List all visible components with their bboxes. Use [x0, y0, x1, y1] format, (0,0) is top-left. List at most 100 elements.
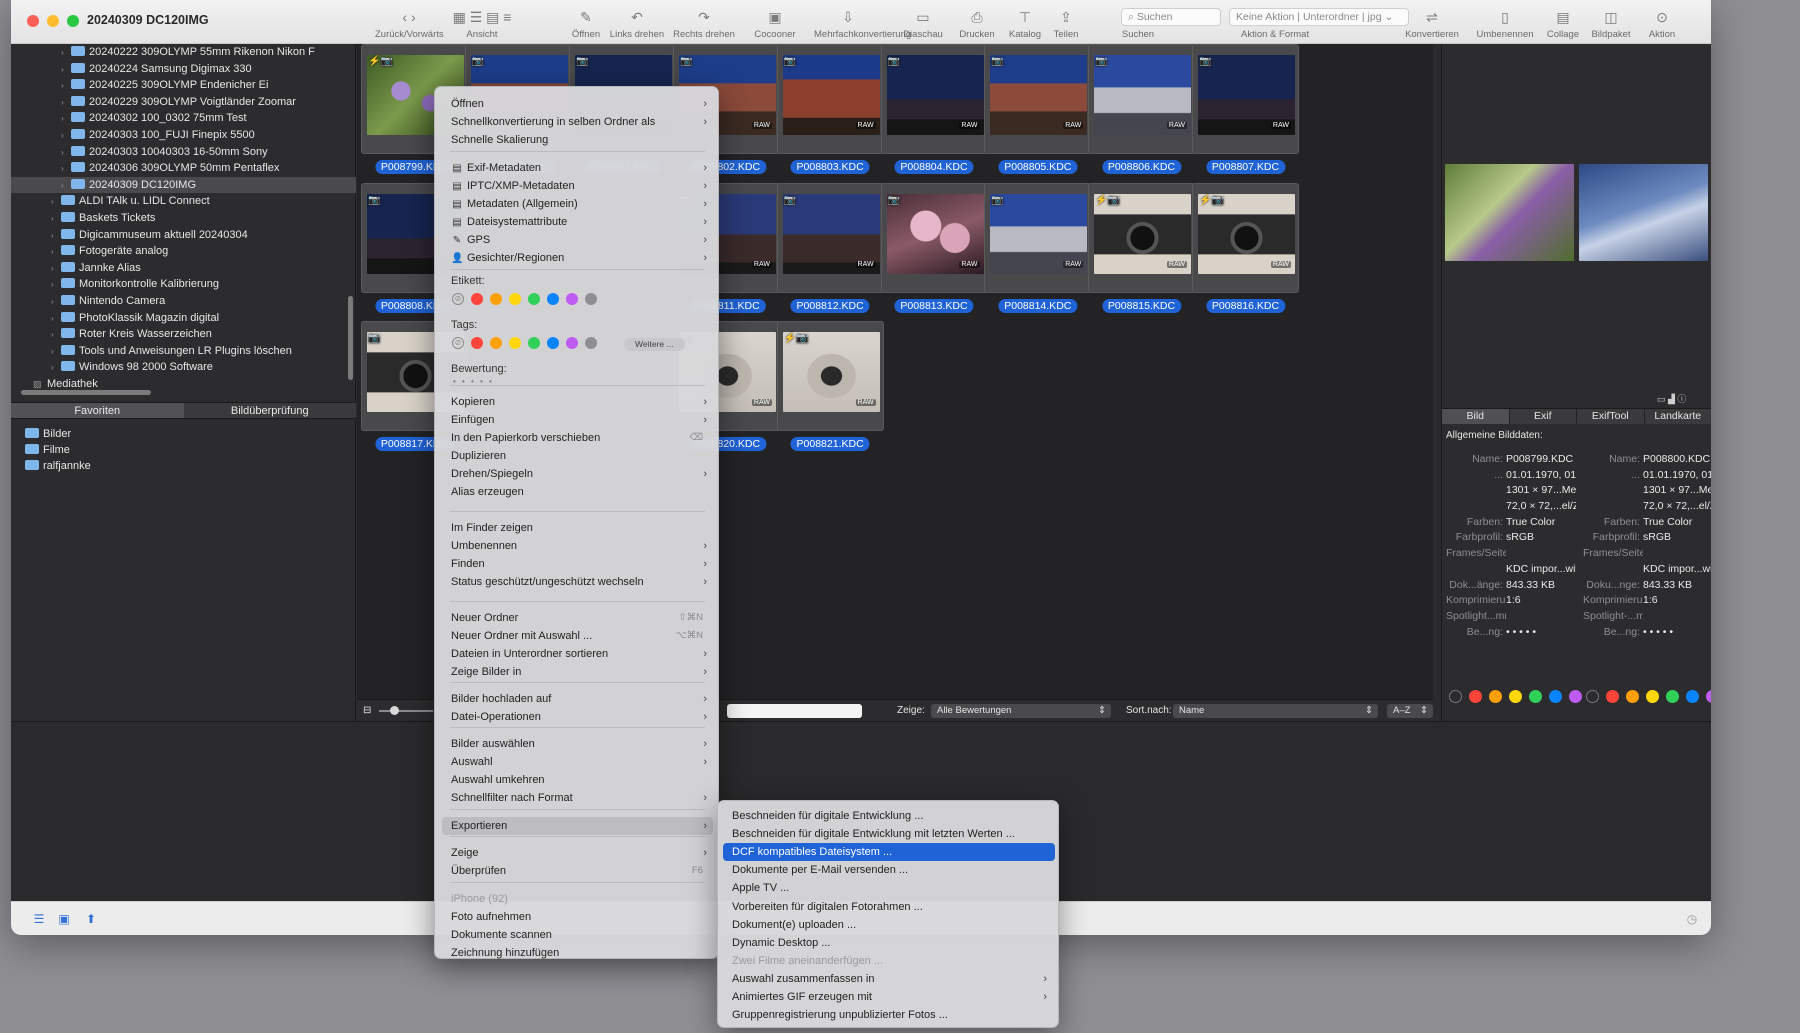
color-dot[interactable]: [471, 337, 483, 349]
thumbnail-card[interactable]: 📷 RAW: [880, 44, 988, 154]
submenu-item-apple-tv[interactable]: Apple TV ...: [723, 879, 1055, 897]
label-color-dot[interactable]: [1509, 690, 1522, 703]
thumbnail-filename[interactable]: P008807.KDC: [1205, 160, 1286, 174]
preview-image-2[interactable]: [1579, 164, 1708, 261]
thumbnail-cell[interactable]: 📷 RAW P008812.KDC: [775, 183, 886, 313]
disclosure-icon[interactable]: ›: [51, 360, 61, 377]
no-label-icon[interactable]: ⊘: [452, 337, 464, 349]
label-color-dot[interactable]: [1529, 690, 1542, 703]
thumbnail-cell[interactable]: ⚡📷 RAW P008821.KDC: [775, 321, 886, 451]
label-color-dot[interactable]: [1686, 690, 1699, 703]
label-color-dot[interactable]: [1706, 690, 1711, 703]
no-label-icon[interactable]: ⊘: [452, 293, 464, 305]
thumbnail-card[interactable]: 📷 RAW: [776, 183, 884, 293]
submenu-item-dynamic-desktop[interactable]: Dynamic Desktop ...: [723, 934, 1055, 952]
tree-item[interactable]: › Nintendo Camera: [11, 293, 356, 310]
thumbnail-filename[interactable]: P008816.KDC: [1205, 299, 1286, 313]
thumbnail-cell[interactable]: ⚡📷 RAW P008816.KDC: [1190, 183, 1301, 313]
menu-item-bilder-auswählen[interactable]: Bilder auswählen ›: [442, 735, 713, 753]
order-select[interactable]: A–Z ⇕: [1387, 704, 1433, 718]
color-dot[interactable]: [547, 293, 559, 305]
preview-view-icon[interactable]: ▣: [56, 912, 72, 926]
menu-item-duplizieren[interactable]: Duplizieren: [442, 447, 713, 465]
label-color-dot[interactable]: [1569, 690, 1582, 703]
thumbnail-card[interactable]: 📷 RAW: [880, 183, 988, 293]
menu-item-gps[interactable]: ✎ GPS ›: [442, 231, 713, 249]
search-input[interactable]: ⌕ Suchen: [1121, 8, 1221, 26]
menu-item-überprüfen[interactable]: Überprüfen F6: [442, 862, 713, 880]
label-color-dot[interactable]: [1549, 690, 1562, 703]
tree-item[interactable]: › ALDI TAlk u. LIDL Connect: [11, 193, 356, 210]
thumbnail-filename[interactable]: P008821.KDC: [790, 437, 870, 451]
submenu-item-gruppenregistrierung-unpublizierter-fotos[interactable]: Gruppenregistrierung unpublizierter Foto…: [723, 1006, 1055, 1024]
toolbar-teilen[interactable]: ⇪ Teilen: [1032, 6, 1100, 40]
tree-item[interactable]: › Baskets Tickets: [11, 210, 356, 227]
thumbnail-card[interactable]: 📷 RAW: [1088, 44, 1195, 154]
activity-icon[interactable]: ◷: [1684, 912, 1700, 926]
thumb-size-slider-knob[interactable]: [390, 706, 399, 715]
bewertung-value[interactable]: • • • • •: [453, 377, 494, 386]
disclosure-icon[interactable]: ›: [51, 277, 61, 294]
menu-item-gesichter-regionen[interactable]: 👤 Gesichter/Regionen ›: [442, 249, 713, 267]
thumbnail-cell[interactable]: 📷 RAW P008806.KDC: [1086, 44, 1197, 174]
inspector-tab-landkarte[interactable]: Landkarte: [1644, 409, 1711, 424]
menu-item-status-geschützt-ungeschützt-wechseln[interactable]: Status geschützt/ungeschützt wechseln ›: [442, 573, 713, 591]
thumb-size-slider[interactable]: [379, 710, 433, 712]
grid-size-icon[interactable]: ⊟: [363, 705, 371, 716]
menu-item-zeige-bilder-in[interactable]: Zeige Bilder in ›: [442, 663, 713, 681]
thumbnail-filename[interactable]: P008805.KDC: [998, 160, 1078, 174]
submenu-item-dokumente-per-e-mail-versenden[interactable]: Dokumente per E-Mail versenden ...: [723, 861, 1055, 879]
menu-item-im-finder-zeigen[interactable]: Im Finder zeigen: [442, 519, 713, 537]
favorite-item[interactable]: ralfjannke: [25, 458, 91, 474]
zeige-select[interactable]: Alle Bewertungen ⇕: [931, 704, 1111, 718]
inspector-tab-bild[interactable]: Bild: [1442, 409, 1510, 424]
disclosure-icon[interactable]: ›: [61, 78, 71, 95]
tree-item[interactable]: › Windows 98 2000 Software: [11, 359, 356, 376]
thumbnail-card[interactable]: ⚡📷 RAW: [1192, 183, 1299, 293]
toolbar-rechts-drehen[interactable]: ↷ Rechts drehen: [670, 6, 738, 40]
label-color-dot[interactable]: [1469, 690, 1482, 703]
upload-icon[interactable]: ⬆: [83, 912, 99, 926]
menu-item-schnellfilter-nach-format[interactable]: Schnellfilter nach Format ›: [442, 789, 713, 807]
menu-item-metadaten-allgemein[interactable]: ▤ Metadaten (Allgemein) ›: [442, 195, 713, 213]
weitere-button[interactable]: Weitere ...: [624, 338, 685, 351]
label-color-dot[interactable]: [1489, 690, 1502, 703]
toolbar-ansicht[interactable]: ▦ ☰ ▤ ≡ Ansicht: [448, 6, 516, 40]
thumbnail-cell[interactable]: 📷 RAW P008807.KDC: [1190, 44, 1301, 174]
menu-item-alias-erzeugen[interactable]: Alias erzeugen: [442, 483, 713, 501]
tree-horizontal-scrollbar[interactable]: [21, 390, 151, 395]
submenu-item-animiertes-gif-erzeugen-mit[interactable]: Animiertes GIF erzeugen mit ›: [723, 988, 1055, 1006]
menu-item-exif-metadaten[interactable]: ▤ Exif-Metadaten ›: [442, 159, 713, 177]
favorite-item[interactable]: Bilder: [25, 426, 91, 442]
thumbnail-cell[interactable]: 📷 RAW P008805.KDC: [982, 44, 1093, 174]
disclosure-icon[interactable]: ›: [51, 244, 61, 261]
close-window-button[interactable]: [27, 15, 39, 27]
submenu-item-beschneiden-für-digitale-entwicklung-mit-letzten-werten[interactable]: Beschneiden für digitale Entwicklung mit…: [723, 825, 1055, 843]
tree-item[interactable]: › Tools und Anweisungen LR Plugins lösche…: [11, 343, 356, 360]
color-dot[interactable]: [566, 337, 578, 349]
menu-item-umbenennen[interactable]: Umbenennen ›: [442, 537, 713, 555]
submenu-item-dcf-kompatibles-dateisystem[interactable]: DCF kompatibles Dateisystem ...: [723, 843, 1055, 862]
color-dot[interactable]: [509, 293, 521, 305]
menu-item-dateien-in-unterordner-sortieren[interactable]: Dateien in Unterordner sortieren ›: [442, 645, 713, 663]
tree-item[interactable]: › 20240302 100_0302 75mm Test: [11, 110, 356, 127]
menu-item-dokumente-scannen[interactable]: Dokumente scannen: [442, 926, 713, 944]
sort-select[interactable]: Name ⇕: [1173, 704, 1378, 718]
tree-item[interactable]: › 20240303 10040303 16-50mm Sony: [11, 144, 356, 161]
disclosure-icon[interactable]: ›: [61, 161, 71, 178]
thumbnail-cell[interactable]: 📷 RAW P008804.KDC: [879, 44, 990, 174]
tree-item[interactable]: › Jannke Alias: [11, 260, 356, 277]
disclosure-icon[interactable]: ›: [61, 95, 71, 112]
menu-item-schnellkonvertierung-in-selben-ordner-als[interactable]: Schnellkonvertierung in selben Ordner al…: [442, 113, 713, 131]
submenu-item-auswahl-zusammenfassen-in[interactable]: Auswahl zusammenfassen in ›: [723, 970, 1055, 988]
color-dot[interactable]: [585, 293, 597, 305]
thumbnail-filename[interactable]: P008803.KDC: [790, 160, 870, 174]
disclosure-icon[interactable]: ›: [61, 128, 71, 145]
filter-input[interactable]: [727, 704, 862, 718]
no-label-icon[interactable]: [1449, 690, 1462, 703]
thumbnail-filename[interactable]: P008815.KDC: [1101, 299, 1182, 313]
label-color-dot[interactable]: [1606, 690, 1619, 703]
thumbnail-card[interactable]: ⚡📷 RAW: [776, 321, 884, 431]
menu-item-auswahl-umkehren[interactable]: Auswahl umkehren: [442, 771, 713, 789]
list-view-icon[interactable]: ☰: [31, 912, 47, 926]
